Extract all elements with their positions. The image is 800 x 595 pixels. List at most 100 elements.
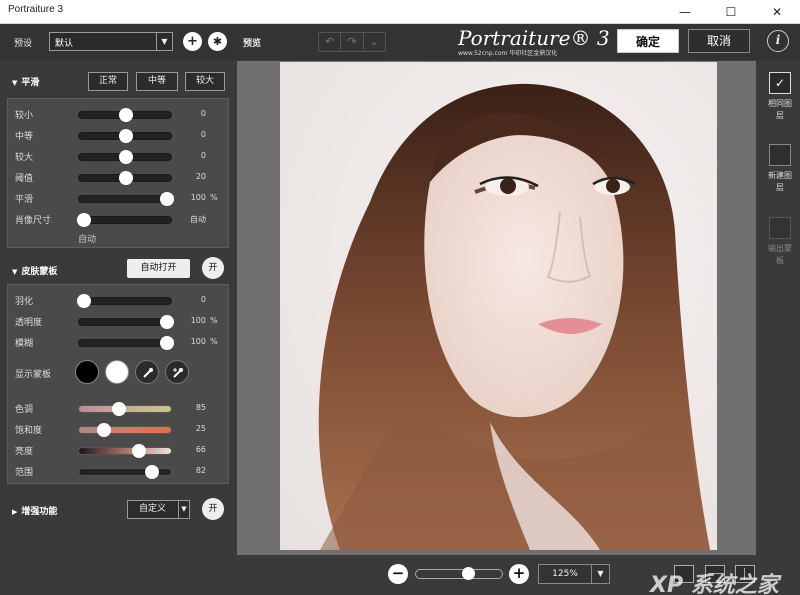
mask-white-swatch[interactable] (105, 360, 129, 384)
smoothing-row-3-slider[interactable] (78, 171, 172, 185)
preview-label: 预览 (243, 39, 262, 49)
portrait-photo[interactable] (280, 62, 717, 550)
app-body: 预设 默认 ▼ + ✱ 预览 ↶ ↷ ⌄ Portraiture® 3 www.… (0, 24, 800, 595)
preset-dropdown[interactable]: 默认 ▼ (49, 32, 173, 51)
output-mask-label: 输出蒙板 (768, 244, 792, 265)
settings-button[interactable]: ✱ (208, 32, 227, 51)
smoothing-row-2-value: 0 (200, 151, 206, 160)
smoothing-row-3-label: 阈值 (15, 174, 34, 184)
color-row-1-slider[interactable] (78, 423, 172, 437)
mode-large-button[interactable]: 较大 (185, 72, 225, 91)
zoom-dropdown[interactable]: 125% ▼ (538, 564, 610, 584)
new-layer-option[interactable]: 新建图层 (768, 144, 792, 194)
mask-row-2-value: 100 (190, 337, 206, 346)
smoothing-title: 平滑 (21, 78, 40, 88)
preview-area[interactable] (237, 61, 756, 555)
chevron-down-icon: ▼ (591, 565, 609, 583)
redo-icon[interactable]: ↷ (341, 33, 364, 51)
smoothing-header[interactable]: ▼ 平滑 (12, 75, 39, 88)
zoom-in-button[interactable]: + (509, 564, 529, 584)
collapse-triangle-icon: ▼ (12, 79, 18, 87)
smoothing-row-1-slider-thumb[interactable] (119, 129, 133, 143)
expand-triangle-icon: ▶ (12, 508, 18, 516)
smoothing-row-1-label: 中等 (15, 132, 34, 142)
mode-normal-button[interactable]: 正常 (88, 72, 128, 91)
color-row-2-label: 亮度 (15, 447, 34, 457)
skin-mask-title: 皮肤蒙板 (21, 267, 58, 277)
smoothing-row-0-slider[interactable] (78, 108, 172, 122)
undo-icon[interactable]: ↶ (319, 33, 342, 51)
enhance-header[interactable]: ▶ 增强功能 (12, 504, 57, 517)
enhance-toggle[interactable]: 开 (202, 498, 224, 520)
preset-label: 预设 (14, 39, 33, 49)
smoothing-row-1-value: 0 (200, 130, 206, 139)
auto-open-button[interactable]: 自动打开 (127, 259, 190, 278)
mask-row-1-unit: % (210, 316, 218, 325)
mask-row-0-slider[interactable] (76, 294, 172, 308)
zoom-slider-thumb[interactable] (461, 567, 475, 580)
history-controls: ↶ ↷ ⌄ (318, 32, 386, 52)
maximize-button[interactable]: ☐ (708, 0, 754, 24)
output-mask-checkbox (769, 217, 791, 239)
gear-icon: ✱ (212, 35, 223, 48)
ok-button[interactable]: 确定 (617, 29, 679, 53)
chevron-down-icon: ▼ (156, 33, 172, 50)
mask-row-0-slider-thumb[interactable] (76, 294, 91, 308)
color-row-3-slider[interactable] (78, 465, 172, 479)
close-button[interactable]: ✕ (754, 0, 800, 24)
portrait-size-note: 自动 (78, 235, 97, 245)
zoom-out-button[interactable]: − (388, 564, 408, 584)
add-preset-button[interactable]: + (183, 32, 202, 51)
skin-mask-header[interactable]: ▼ 皮肤蒙板 (12, 264, 57, 277)
color-row-2-slider[interactable] (78, 444, 172, 458)
smoothing-row-0-slider-thumb[interactable] (119, 108, 133, 122)
eyedropper-icon[interactable] (135, 360, 159, 384)
output-mask-option[interactable]: 输出蒙板 (768, 217, 792, 267)
smoothing-row-4-value: 100 (190, 193, 206, 202)
smoothing-row-5-slider[interactable] (76, 213, 172, 227)
smoothing-row-1-slider[interactable] (78, 129, 172, 143)
history-chevron-icon[interactable]: ⌄ (364, 33, 385, 51)
same-layer-option[interactable]: ✓ 相同图层 (768, 72, 792, 122)
top-toolbar: 预设 默认 ▼ + ✱ 预览 ↶ ↷ ⌄ Portraiture® 3 www.… (0, 24, 800, 60)
mask-row-0-value: 0 (200, 295, 206, 304)
smoothing-row-4-slider[interactable] (78, 192, 175, 206)
new-layer-checkbox (769, 144, 791, 166)
watermark-logo: XP 系统之家 .com (650, 573, 779, 595)
smoothing-row-5-slider-thumb[interactable] (76, 213, 91, 227)
same-layer-label: 相同图层 (768, 99, 792, 120)
skin-mask-toggle[interactable]: 开 (202, 257, 224, 279)
mask-row-2-slider[interactable] (78, 336, 175, 350)
mask-row-1-slider[interactable] (78, 315, 175, 329)
enhance-title: 增强功能 (21, 507, 58, 517)
color-row-3-value: 82 (195, 466, 206, 475)
mask-row-2-unit: % (210, 337, 218, 346)
color-row-0-label: 色调 (15, 405, 34, 415)
smoothing-row-3-slider-thumb[interactable] (119, 171, 133, 185)
zoom-slider[interactable] (415, 567, 503, 580)
mask-black-swatch[interactable] (75, 360, 99, 384)
smoothing-row-3-value: 20 (195, 172, 206, 181)
color-row-1-label: 饱和度 (15, 426, 43, 436)
enhance-preset-dropdown[interactable]: 自定义 ▼ (127, 500, 190, 519)
color-row-0-slider[interactable] (78, 402, 172, 416)
color-row-0-value: 85 (195, 403, 206, 412)
eyedropper-add-icon[interactable] (165, 360, 189, 384)
mode-medium-button[interactable]: 中等 (136, 72, 178, 91)
chevron-down-icon: ▼ (178, 501, 189, 518)
smoothing-row-2-slider-thumb[interactable] (119, 150, 133, 164)
cancel-button[interactable]: 取消 (688, 29, 750, 53)
mask-row-2-label: 模糊 (15, 339, 34, 349)
smoothing-row-2-slider[interactable] (78, 150, 172, 164)
smoothing-row-0-label: 较小 (15, 111, 34, 121)
zoom-value: 125% (552, 569, 578, 579)
window-titlebar: Portraiture 3 — ☐ ✕ (0, 0, 800, 24)
preset-value: 默认 (55, 39, 74, 49)
minimize-button[interactable]: — (662, 0, 708, 24)
check-icon: ✓ (769, 72, 791, 94)
new-layer-label: 新建图层 (768, 171, 792, 192)
smoothing-row-4-label: 平滑 (15, 195, 34, 205)
window-title: Portraiture 3 (8, 4, 64, 15)
info-icon[interactable]: i (767, 30, 789, 52)
smoothing-row-0-value: 0 (200, 109, 206, 118)
